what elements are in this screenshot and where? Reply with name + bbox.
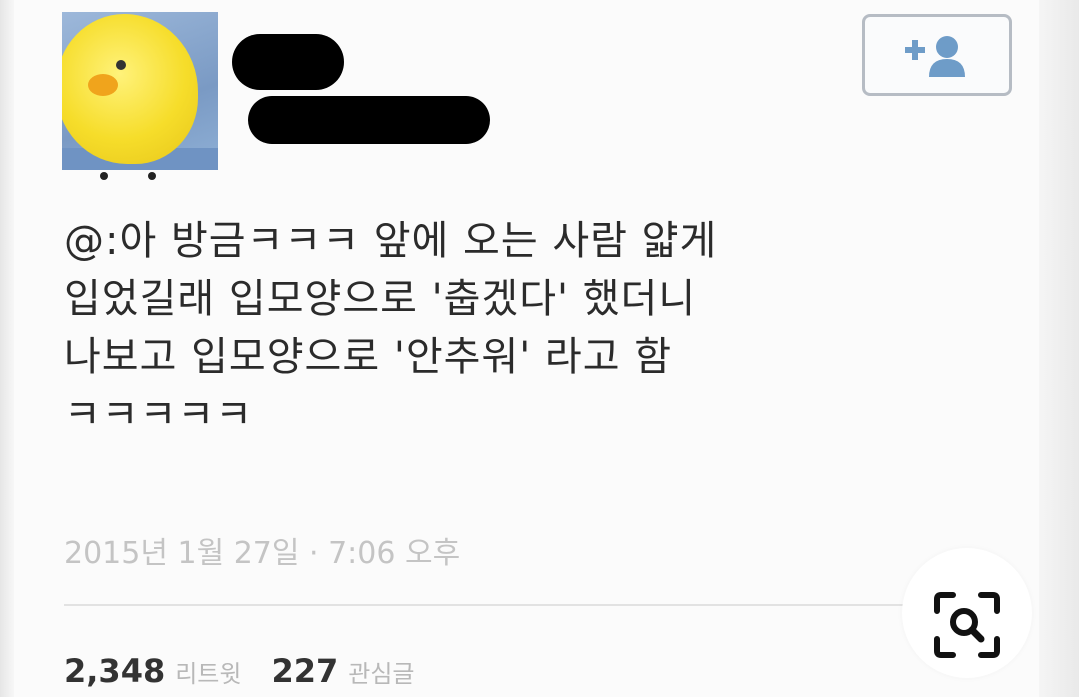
tweet-text: @:아 방금ㅋㅋㅋ 앞에 오는 사람 얇게 입었길래 입모양으로 '춥겠다' 했… (64, 218, 718, 438)
avatar-chick-eye (116, 60, 126, 70)
retweet-count[interactable]: 2,348 (64, 652, 165, 690)
follow-button[interactable] (862, 14, 1012, 96)
tweet-stats: 2,348 리트윗 227 관심글 (64, 652, 445, 697)
tweet-card: @:아 방금ㅋㅋㅋ 앞에 오는 사람 얇게 입었길래 입모양으로 '춥겠다' 했… (0, 0, 1079, 697)
redacted-display-name (232, 34, 344, 90)
right-edge (1039, 0, 1079, 697)
avatar-chick-beak (88, 74, 118, 96)
avatar-dots (92, 172, 172, 190)
dot (148, 172, 156, 180)
tweet-timestamp[interactable]: 2015년 1월 27일 · 7:06 오후 (64, 528, 460, 572)
left-edge (0, 0, 14, 697)
favorite-label: 관심글 (348, 660, 415, 688)
redacted-username (248, 96, 490, 144)
zoom-button[interactable] (902, 548, 1032, 678)
avatar[interactable] (62, 12, 218, 170)
search-icon (934, 592, 1000, 658)
favorite-count[interactable]: 227 (271, 652, 338, 690)
divider (64, 604, 994, 606)
add-user-icon (905, 36, 965, 77)
retweet-label: 리트윗 (175, 660, 242, 688)
dot (100, 172, 108, 180)
